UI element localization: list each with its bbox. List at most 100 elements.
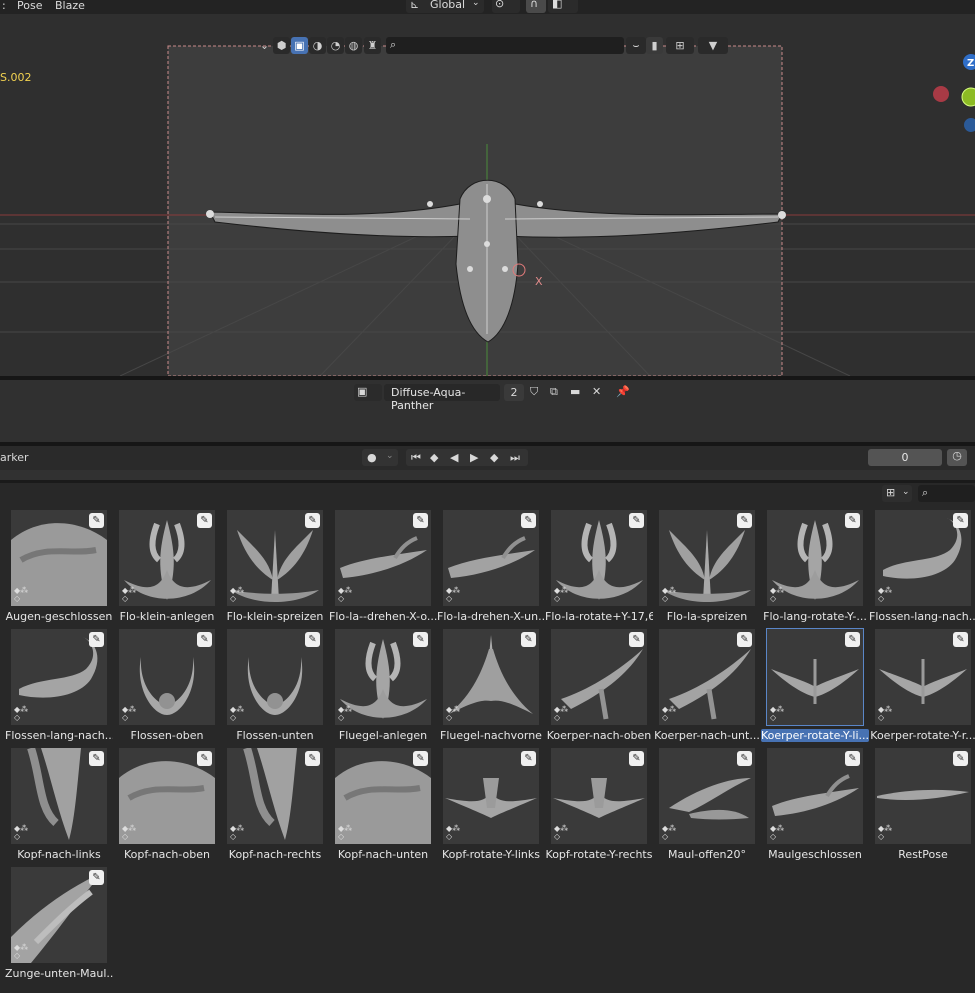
asset-tile[interactable]: ✎ ◆⁂ ◇: [659, 748, 755, 844]
edit-icon[interactable]: ✎: [737, 751, 752, 766]
world-icon[interactable]: ◍: [345, 37, 362, 54]
edit-icon[interactable]: ✎: [845, 513, 860, 528]
prev-keyframe-icon[interactable]: ◆: [430, 451, 438, 464]
pin-icon[interactable]: 📌: [616, 385, 630, 398]
bookmark-icon[interactable]: ▮: [646, 37, 663, 54]
play-reverse-icon[interactable]: ◀: [450, 451, 458, 464]
display-mode-dropdown[interactable]: ⊞ ⌄: [882, 485, 912, 502]
record-icon: ●: [367, 451, 377, 464]
edit-icon[interactable]: ✎: [629, 513, 644, 528]
asset-tile[interactable]: ✎ ◆⁂ ◇: [659, 629, 755, 725]
asset-tile[interactable]: ✎ ◆⁂ ◇: [875, 510, 971, 606]
edit-icon[interactable]: ✎: [629, 751, 644, 766]
asset-tile[interactable]: ✎ ◆⁂ ◇: [11, 629, 107, 725]
asset-label: Koerper-rotate-Y-li...: [761, 729, 869, 742]
asset-tile[interactable]: ✎ ◆⁂ ◇: [335, 510, 431, 606]
asset-tile[interactable]: ✎ ◆⁂ ◇: [11, 748, 107, 844]
asset-tile[interactable]: ✎ ◆⁂ ◇: [875, 629, 971, 725]
current-frame-field[interactable]: 0: [868, 449, 942, 466]
edit-icon[interactable]: ✎: [845, 751, 860, 766]
asset-tile[interactable]: ✎ ◆⁂ ◇: [443, 629, 539, 725]
asset-tile[interactable]: ✎ ◆⁂ ◇: [659, 510, 755, 606]
duplicate-icon[interactable]: ⧉: [550, 385, 558, 399]
pose-asset-icon: ◆⁂ ◇: [446, 586, 461, 603]
play-icon[interactable]: ▶: [470, 451, 478, 464]
edit-icon[interactable]: ✎: [89, 751, 104, 766]
scene-icon[interactable]: ♜: [364, 37, 381, 54]
asset-tile[interactable]: ✎ ◆⁂ ◇: [11, 510, 107, 606]
edit-icon[interactable]: ✎: [737, 513, 752, 528]
asset-tile[interactable]: ✎ ◆⁂ ◇: [119, 748, 215, 844]
render-icon[interactable]: ◔: [327, 37, 344, 54]
asset-tile[interactable]: ✎ ◆⁂ ◇: [119, 629, 215, 725]
edit-icon[interactable]: ✎: [845, 632, 860, 647]
timeline-ruler[interactable]: [0, 470, 975, 480]
snap-toggle[interactable]: ∩: [526, 0, 546, 13]
stopwatch-icon[interactable]: ◷: [947, 449, 967, 466]
select-box-icon[interactable]: ▣: [291, 37, 308, 54]
asset-tile[interactable]: ✎ ◆⁂ ◇: [227, 510, 323, 606]
edit-icon[interactable]: ✎: [305, 751, 320, 766]
edit-icon[interactable]: ✎: [413, 751, 428, 766]
edit-icon[interactable]: ✎: [197, 751, 212, 766]
edit-icon[interactable]: ✎: [737, 632, 752, 647]
pivot-dropdown[interactable]: ⊙: [492, 0, 520, 13]
edit-icon[interactable]: ✎: [89, 513, 104, 528]
snap-target-dropdown[interactable]: ◧: [548, 0, 578, 13]
next-keyframe-icon[interactable]: ◆: [490, 451, 498, 464]
edit-icon[interactable]: ✎: [89, 870, 104, 885]
edit-icon[interactable]: ✎: [521, 751, 536, 766]
close-icon[interactable]: ✕: [592, 385, 601, 398]
edit-icon[interactable]: ✎: [953, 513, 968, 528]
asset-tile[interactable]: ✎ ◆⁂ ◇: [335, 748, 431, 844]
edit-icon[interactable]: ✎: [521, 513, 536, 528]
fake-user-icon[interactable]: ⛉: [530, 385, 538, 399]
asset-tile[interactable]: ✎ ◆⁂ ◇: [443, 748, 539, 844]
menu-blaze[interactable]: Blaze: [55, 0, 85, 12]
filter-toggle[interactable]: ⌣: [626, 37, 646, 54]
edit-icon[interactable]: ✎: [953, 632, 968, 647]
edit-icon[interactable]: ✎: [413, 632, 428, 647]
chevron-down-icon[interactable]: ⌄: [258, 37, 271, 54]
edit-icon[interactable]: ✎: [197, 632, 212, 647]
3d-viewport[interactable]: X Z S.002 ⌄ ⬢ ▣ ◑ ◔ ◍ ♜ ⌕ ⌣ ▮ ⊞ ▼: [0, 14, 975, 376]
asset-tile[interactable]: ✎ ◆⁂ ◇: [227, 629, 323, 725]
edit-icon[interactable]: ✎: [197, 513, 212, 528]
asset-tile[interactable]: ✎ ◆⁂ ◇: [335, 629, 431, 725]
folder-icon[interactable]: ▬: [570, 385, 580, 398]
asset-tile[interactable]: ✎ ◆⁂ ◇: [767, 510, 863, 606]
magnet-icon: ∩: [530, 0, 539, 10]
image-browse-button[interactable]: ▣: [354, 384, 382, 401]
asset-tile[interactable]: ✎ ◆⁂ ◇: [551, 510, 647, 606]
asset-tile[interactable]: ✎ ◆⁂ ◇: [551, 748, 647, 844]
asset-tile[interactable]: ✎ ◆⁂ ◇: [443, 510, 539, 606]
users-count[interactable]: 2: [504, 384, 524, 401]
edit-icon[interactable]: ✎: [89, 632, 104, 647]
orientation-dropdown[interactable]: ⊾ Global ⌄: [406, 0, 484, 13]
asset-tile[interactable]: ✎ ◆⁂ ◇: [767, 748, 863, 844]
jump-end-icon[interactable]: ⏭: [510, 451, 520, 465]
edit-icon[interactable]: ✎: [629, 632, 644, 647]
edit-icon[interactable]: ✎: [305, 632, 320, 647]
asset-tile[interactable]: ✎ ◆⁂ ◇: [119, 510, 215, 606]
asset-tile[interactable]: ✎ ◆⁂ ◇: [875, 748, 971, 844]
edit-icon[interactable]: ✎: [413, 513, 428, 528]
display-mode-icon[interactable]: ◑: [309, 37, 326, 54]
hierarchy-icon[interactable]: ⊞: [666, 37, 694, 54]
search-field[interactable]: ⌕: [386, 37, 624, 54]
jump-start-icon[interactable]: ⏮: [411, 451, 421, 465]
asset-tile[interactable]: ✎ ◆⁂ ◇: [551, 629, 647, 725]
funnel-icon[interactable]: ▼: [698, 37, 728, 54]
marker-menu[interactable]: arker: [0, 451, 29, 464]
menu-pose[interactable]: Pose: [17, 0, 42, 12]
asset-search-field[interactable]: ⌕: [918, 485, 975, 502]
asset-tile[interactable]: ✎ ◆⁂ ◇: [227, 748, 323, 844]
asset-tile[interactable]: ✎ ◆⁂ ◇: [11, 867, 107, 963]
color-filter-icon[interactable]: ⬢: [273, 37, 290, 54]
edit-icon[interactable]: ✎: [305, 513, 320, 528]
autokey-button[interactable]: ● ⌄: [362, 449, 398, 466]
edit-icon[interactable]: ✎: [521, 632, 536, 647]
image-name-field[interactable]: Diffuse-Aqua-Panther: [384, 384, 500, 412]
asset-tile[interactable]: ✎ ◆⁂ ◇: [766, 628, 864, 726]
edit-icon[interactable]: ✎: [953, 751, 968, 766]
